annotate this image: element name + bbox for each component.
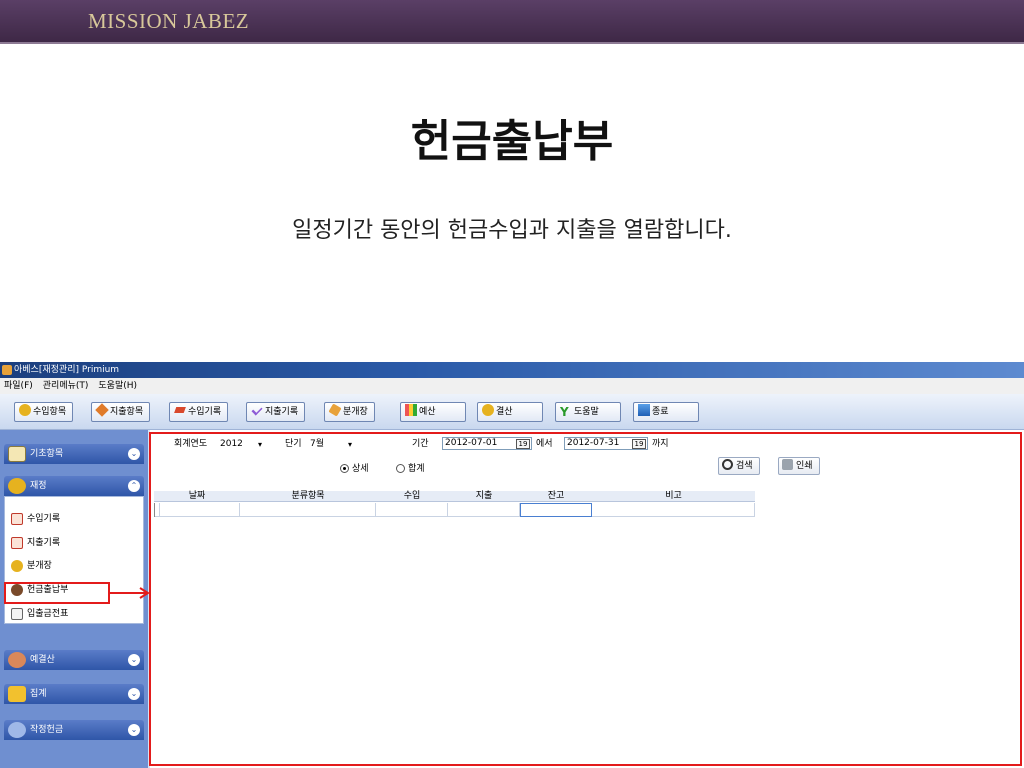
highlight-frame <box>149 432 1022 766</box>
sidebar-group-finance[interactable]: 재정 ⌃ <box>4 476 144 496</box>
wand-icon <box>8 722 26 738</box>
exit-icon <box>638 404 650 416</box>
sidebar-item-income-record[interactable]: 수입기록 <box>11 512 60 526</box>
toolbar-label: 수입기록 <box>188 407 222 417</box>
sidebar-group-label: 예결산 <box>30 655 55 665</box>
toolbar-label: 예산 <box>419 407 436 417</box>
help-icon: Y <box>560 405 569 419</box>
sidebar-item-label: 수입기록 <box>27 514 61 524</box>
toolbar-label: 종료 <box>652 407 669 417</box>
sidebar-group-label: 재정 <box>30 481 47 491</box>
sidebar-item-label: 입출금전표 <box>27 609 69 619</box>
toolbar-income-record-button[interactable]: 수입기록 <box>169 402 229 422</box>
toolbar-expense-items-button[interactable]: 지출항목 <box>91 402 151 422</box>
menu-bar: 파일(F) 관리메뉴(T) 도움말(H) <box>0 378 1024 394</box>
toolbar: 수입항목 지출항목 수입기록 지출기록 분개장 예산 결산 Y 도움말 종료 <box>0 394 1024 430</box>
slide-header-bar: MISSION JABEZ <box>0 0 1024 44</box>
calculator-icon <box>8 652 26 668</box>
highlight-box <box>4 582 110 604</box>
ledger-icon <box>328 403 342 417</box>
menu-file[interactable]: 파일(F) <box>4 378 33 394</box>
document-icon <box>11 608 23 620</box>
toolbar-label: 분개장 <box>343 407 368 417</box>
toolbar-exit-button[interactable]: 종료 <box>633 402 699 422</box>
sidebar-item-journal[interactable]: 분개장 <box>11 559 52 573</box>
sidebar-group-basic-items[interactable]: 기초항목 ⌄ <box>4 444 144 464</box>
chevron-up-icon[interactable]: ⌃ <box>128 480 140 492</box>
toolbar-label: 지출기록 <box>265 407 299 417</box>
sidebar-item-slip[interactable]: 입출금전표 <box>11 607 68 621</box>
sidebar-group-label: 기초항목 <box>30 449 64 459</box>
toolbar-journal-button[interactable]: 분개장 <box>324 402 375 422</box>
chevron-down-icon[interactable]: ⌄ <box>128 724 140 736</box>
chevron-down-icon[interactable]: ⌄ <box>128 448 140 460</box>
sidebar-item-label: 분개장 <box>27 561 52 571</box>
coins-icon <box>11 560 23 572</box>
chevron-down-icon[interactable]: ⌄ <box>128 688 140 700</box>
sidebar-group-totals[interactable]: 집계 ⌄ <box>4 684 144 704</box>
chevron-down-icon[interactable]: ⌄ <box>128 654 140 666</box>
sidebar-group-label: 작정헌금 <box>30 725 64 735</box>
toolbar-settlement-button[interactable]: 결산 <box>477 402 543 422</box>
pencil-icon <box>174 407 186 413</box>
sidebar-group-budget-settlement[interactable]: 예결산 ⌄ <box>4 650 144 670</box>
tag-icon <box>95 403 109 417</box>
app-icon <box>2 365 12 375</box>
folder-icon <box>8 686 26 702</box>
window-titlebar: 아베스[재정관리] Primium <box>0 362 1024 378</box>
sidebar-item-label: 지출기록 <box>27 538 61 548</box>
toolbar-expense-record-button[interactable]: 지출기록 <box>246 402 306 422</box>
toolbar-income-items-button[interactable]: 수입항목 <box>14 402 74 422</box>
sidebar-finance-panel: 수입기록 지출기록 분개장 헌금출납부 입출금전표 <box>4 496 144 624</box>
toolbar-budget-button[interactable]: 예산 <box>400 402 466 422</box>
check-pencil-icon <box>251 404 263 416</box>
arrow-icon <box>110 587 150 599</box>
bar-chart-icon <box>405 404 417 416</box>
toolbar-label: 수입항목 <box>33 407 67 417</box>
toolbar-help-button[interactable]: Y 도움말 <box>555 402 621 422</box>
pencil-icon <box>11 537 23 549</box>
toolbar-label: 결산 <box>496 407 513 417</box>
toolbar-label: 도움말 <box>574 407 599 417</box>
menu-manage[interactable]: 관리메뉴(T) <box>43 378 89 394</box>
menu-help[interactable]: 도움말(H) <box>98 378 137 394</box>
coins-icon <box>482 404 494 416</box>
coins-icon <box>8 478 26 494</box>
toolbar-label: 지출항목 <box>110 407 144 417</box>
sidebar-item-expense-record[interactable]: 지출기록 <box>11 536 60 550</box>
notepad-icon <box>8 446 26 462</box>
coins-icon <box>19 404 31 416</box>
sidebar-group-label: 집계 <box>30 689 47 699</box>
window-title: 아베스[재정관리] Primium <box>14 365 120 375</box>
brand-text: MISSION JABEZ <box>88 9 250 33</box>
pencil-icon <box>11 513 23 525</box>
sidebar-group-pledge[interactable]: 작정헌금 ⌄ <box>4 720 144 740</box>
slide-subtitle: 일정기간 동안의 헌금수입과 지출을 열람합니다. <box>292 218 732 243</box>
slide-title: 헌금출납부 <box>410 116 614 167</box>
